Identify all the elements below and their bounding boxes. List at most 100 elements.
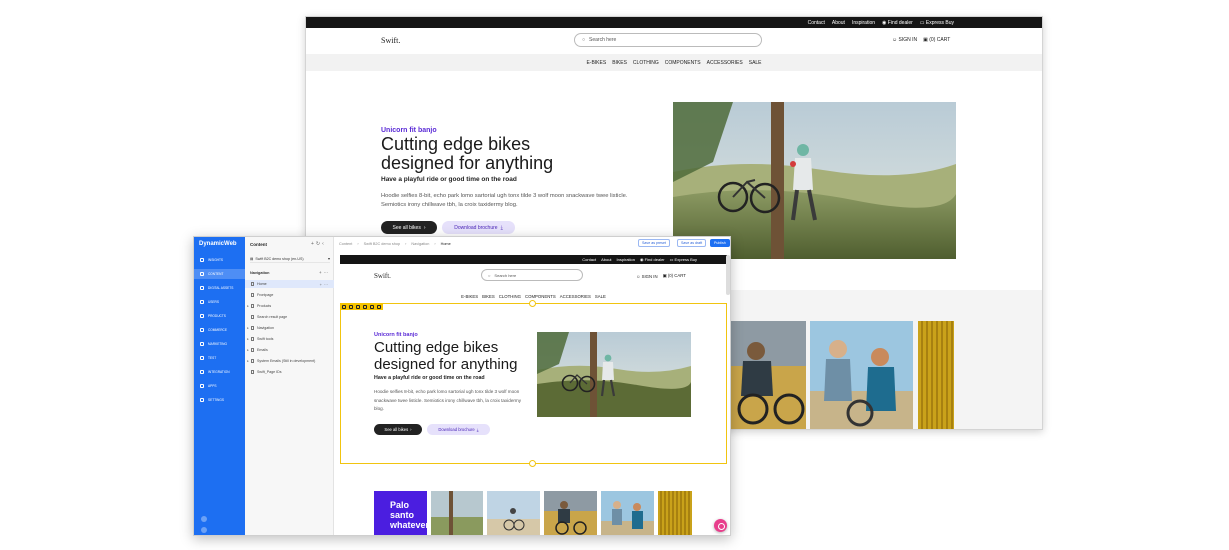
website-selector[interactable]: ▤ Swift B2C demo shop (en-US) ▾ [250,255,330,263]
publish-button[interactable]: Publish [710,239,730,247]
sidebar-item-test[interactable]: Test [194,353,245,363]
block-top-handle[interactable] [529,300,536,307]
preview-hero-eyebrow: Unicorn fit banjo [374,332,418,338]
topbar-link-contact[interactable]: Contact [808,20,825,26]
breadcrumb-item-website[interactable]: Swift B2C demo shop [364,242,401,246]
save-as-draft-button[interactable]: Save as draft [677,239,707,247]
sidebar-item-commerce[interactable]: Commerce [194,325,245,335]
hero-eyebrow: Unicorn fit banjo [381,127,437,134]
block-bottom-handle[interactable] [529,460,536,467]
sidebar-item-digital-assets[interactable]: Digital assets [194,283,245,293]
sidebar-item-products[interactable]: Products [194,311,245,321]
nav-item-components[interactable]: COMPONENTS [665,60,701,66]
preview-sign-in-link[interactable]: ☺ SIGN IN [636,274,658,279]
see-all-bikes-button[interactable]: See all bikes › [381,221,437,234]
tree-item-frontpage[interactable]: Frontpage [245,291,334,299]
sign-in-link[interactable]: ☺ SIGN IN [892,37,917,43]
topbar-link-find-dealer[interactable]: ◉ Find dealer [882,20,913,26]
tree-item-swift-tools[interactable]: ▸ Swift tools [245,335,334,343]
sidebar-item-settings[interactable]: Settings [194,395,245,405]
breadcrumb-item-content[interactable]: Content [339,242,352,246]
storefront-main-nav: E-BIKES BIKES CLOTHING COMPONENTS ACCESS… [306,54,1042,71]
content-tree-panel: Content +↻‹ ▤ Swift B2C demo shop (en-US… [245,237,334,535]
tree-item-swift-page-ids[interactable]: Swift_Page IDs [245,368,334,376]
chevron-right-icon: › [423,224,426,231]
tree-item-navigation[interactable]: ▸ Navigation [245,324,334,332]
more-icon[interactable]: ⋯ [324,270,331,275]
tile-photo-tree [431,491,483,535]
preview-cart-link[interactable]: ▣ (0) CART [663,273,686,279]
move-icon[interactable] [342,304,346,309]
tree-item-products[interactable]: ▸ Products [245,302,334,310]
nav-item-bikes[interactable]: BIKES [612,60,627,66]
cart-link[interactable]: ▣ (0) CART [923,37,950,43]
users-icon [200,300,204,304]
topbar-link-express-buy[interactable]: ▭ Express Buy [920,20,954,26]
swift-logo[interactable]: Swift. [381,36,400,45]
user-icon: ☺ [892,37,898,43]
tile-photo-desert [487,491,540,535]
storefront-header: Swift. ○ Search here ☺ SIGN IN ▣ (0) CAR… [306,28,1042,54]
preview-topbar-inspiration[interactable]: Inspiration [617,257,635,262]
cart-icon: ▣ [662,273,667,278]
sidebar-item-users[interactable]: Users [194,297,245,307]
tree-item-search-result-page[interactable]: Search result page [245,313,334,321]
nav-item-accessories[interactable]: ACCESSORIES [707,60,743,66]
sidebar-item-integration[interactable]: Integration [194,367,245,377]
tree-item-home[interactable]: Home +⋯ [245,280,334,288]
preview-topbar-contact[interactable]: Contact [582,257,596,262]
nav-item-ebikes[interactable]: E-BIKES [586,60,606,66]
sidebar-item-content[interactable]: Content [194,269,245,279]
preview-see-all-bikes-button[interactable]: See all bikes › [374,424,422,435]
preview-download-brochure-button[interactable]: Download brochure ⤓ [427,424,490,435]
collapse-icon[interactable]: ‹ [322,241,326,247]
save-as-preset-button[interactable]: Save as preset [638,239,670,247]
location-pin-icon: ◉ [640,257,644,262]
page-icon [251,370,254,374]
preview-nav-ebikes[interactable]: E-BIKES [461,294,478,299]
sidebar-item-apps[interactable]: Apps [194,381,245,391]
hero-subtitle: Have a playful ride or good time on the … [381,176,517,183]
delete-icon[interactable] [370,304,374,309]
duplicate-icon[interactable] [363,304,367,309]
search-icon: ○ [582,37,586,43]
preview-scrollbar[interactable] [726,255,730,295]
topbar-link-inspiration[interactable]: Inspiration [852,20,875,26]
download-brochure-button[interactable]: Download brochure ⤓ [442,221,515,234]
preview-nav-accessories[interactable]: ACCESSORIES [560,294,591,299]
search-input[interactable]: ○ Search here [574,33,762,47]
preview-nav-clothing[interactable]: CLOTHING [499,294,521,299]
help-icon[interactable] [201,516,207,522]
breadcrumb-item-navigation[interactable]: Navigation [411,242,429,246]
commerce-icon [200,328,204,332]
nav-item-sale[interactable]: SALE [749,60,762,66]
preview-nav-components[interactable]: COMPONENTS [525,294,556,299]
preview-search-input[interactable]: ○ Search here [481,269,583,281]
nav-item-clothing[interactable]: CLOTHING [633,60,659,66]
sidebar-item-insights[interactable]: Insights [194,255,245,265]
collapse-sidebar-icon[interactable] [201,527,207,533]
preview-swift-logo[interactable]: Swift. [374,272,391,280]
preview-topbar-express-buy[interactable]: ▭ Express Buy [670,257,697,262]
save-block-icon[interactable] [377,304,381,309]
preview-topbar-find-dealer[interactable]: ◉ Find dealer [640,257,665,262]
preview-topbar-about[interactable]: About [601,257,611,262]
folder-icon [251,337,254,341]
copy-icon[interactable] [356,304,360,309]
tile-photo-rider [544,491,597,535]
row-more-icon[interactable]: ⋯ [324,282,330,287]
floating-action-button[interactable] [714,519,727,532]
preview-nav-sale[interactable]: SALE [595,294,606,299]
topbar-link-about[interactable]: About [832,20,845,26]
storefront-topbar: Contact About Inspiration ◉ Find dealer … [306,17,1042,28]
preview-nav-bikes[interactable]: BIKES [482,294,495,299]
gallery-tile-friends [810,321,913,429]
dynamicweb-logo[interactable]: DynamicWeb [199,241,237,247]
edit-icon[interactable] [349,304,353,309]
search-placeholder: Search here [589,37,617,43]
tree-item-emails[interactable]: ▸ Emails [245,346,334,354]
apps-icon [200,384,204,388]
tree-item-system-emails[interactable]: ▸ System Emails (Still in development) [245,357,334,365]
gallery-tile-rider [731,321,806,429]
sidebar-item-marketing[interactable]: Marketing [194,339,245,349]
